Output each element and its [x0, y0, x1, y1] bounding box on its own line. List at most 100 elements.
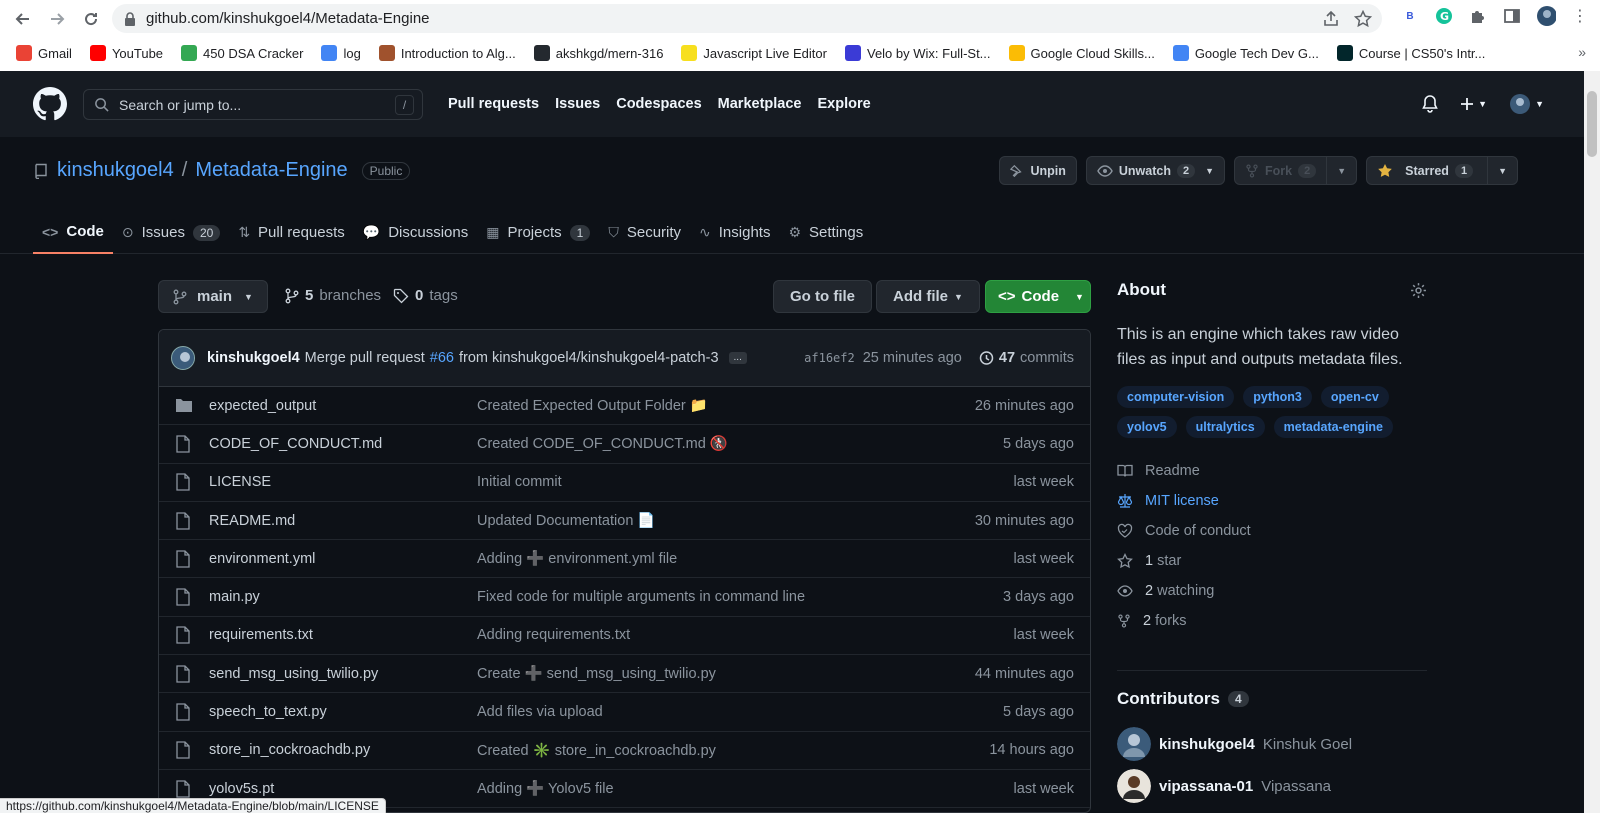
- global-nav-pull-requests[interactable]: Pull requests: [448, 96, 539, 112]
- tab-issues[interactable]: ⊙ Issues 20: [113, 211, 229, 254]
- file-row[interactable]: main.py Fixed code for multiple arguments…: [159, 578, 1090, 617]
- go-to-file-button[interactable]: Go to file: [773, 280, 872, 313]
- bookmarks-overflow-icon[interactable]: »: [1578, 44, 1586, 60]
- notifications-bell-icon[interactable]: [1422, 95, 1438, 113]
- file-commit-message[interactable]: Adding ➕ Yolov5 file: [477, 780, 1014, 797]
- contributors-heading[interactable]: Contributors 4: [1117, 689, 1249, 709]
- bookmark-item[interactable]: log: [321, 45, 361, 61]
- star-lists-chevron-icon[interactable]: ▼: [1487, 157, 1517, 184]
- profile-avatar-icon[interactable]: [1536, 6, 1556, 26]
- global-nav-issues[interactable]: Issues: [555, 96, 600, 112]
- fork-dropdown-chevron-icon[interactable]: ▼: [1326, 157, 1356, 184]
- file-row[interactable]: speech_to_text.py Add files via upload 5 d…: [159, 693, 1090, 732]
- branch-selector[interactable]: main ▼: [158, 280, 268, 313]
- pull-request-link[interactable]: #66: [430, 350, 454, 366]
- bookmark-item[interactable]: Google Cloud Skills...: [1008, 45, 1155, 61]
- tab-code[interactable]: <> Code: [33, 211, 113, 254]
- file-commit-message[interactable]: Initial commit: [477, 474, 1014, 490]
- bookmark-item[interactable]: Javascript Live Editor: [681, 45, 827, 61]
- file-name-link[interactable]: yolov5s.pt: [209, 781, 477, 797]
- branches-link[interactable]: 5 branches: [285, 287, 381, 304]
- grammarly-icon[interactable]: G: [1434, 6, 1454, 26]
- file-name-link[interactable]: LICENSE: [209, 474, 477, 490]
- bookmark-item[interactable]: 450 DSA Cracker: [181, 45, 303, 61]
- file-name-link[interactable]: README.md: [209, 513, 477, 529]
- global-nav-marketplace[interactable]: Marketplace: [718, 96, 802, 112]
- contributor-item[interactable]: kinshukgoel4 Kinshuk Goel: [1117, 727, 1352, 761]
- contributor-item[interactable]: vipassana-01 Vipassana: [1117, 769, 1331, 803]
- commit-ellipsis-button[interactable]: ...: [728, 352, 747, 364]
- bookmark-item[interactable]: akshkgd/mern-316: [533, 45, 663, 61]
- commit-sha-link[interactable]: af16ef2: [804, 351, 855, 365]
- topic-tag[interactable]: open-cv: [1320, 386, 1389, 408]
- extension-b-icon[interactable]: B: [1400, 6, 1420, 26]
- bookmark-item[interactable]: Course | CS50's Intr...: [1336, 45, 1485, 61]
- bookmark-item[interactable]: Gmail: [16, 45, 72, 61]
- file-row[interactable]: expected_output Created Expected Output F…: [159, 387, 1090, 426]
- watchers-link[interactable]: 2 watching: [1117, 576, 1427, 606]
- unwatch-button[interactable]: Unwatch 2 ▼: [1085, 156, 1226, 185]
- tab-insights[interactable]: ∿ Insights: [690, 211, 779, 254]
- page-scrollbar[interactable]: [1584, 71, 1600, 813]
- unpin-button[interactable]: Unpin: [999, 156, 1077, 185]
- puzzle-icon[interactable]: [1468, 6, 1488, 26]
- fork-button[interactable]: Fork 2 ▼: [1234, 156, 1358, 185]
- back-icon[interactable]: [12, 8, 34, 30]
- forward-icon[interactable]: [46, 8, 68, 30]
- tab-settings[interactable]: ⚙ Settings: [779, 211, 872, 254]
- file-commit-message[interactable]: Fixed code for multiple arguments in com…: [477, 589, 1003, 605]
- file-name-link[interactable]: speech_to_text.py: [209, 704, 477, 720]
- tab-security[interactable]: ⛉ Security: [599, 211, 690, 254]
- search-input[interactable]: Search or jump to... /: [83, 89, 423, 120]
- address-bar[interactable]: github.com/kinshukgoel4/Metadata-Engine: [112, 4, 1382, 33]
- topic-tag[interactable]: computer-vision: [1117, 386, 1235, 408]
- tab-pull-requests[interactable]: ⇅ Pull requests: [229, 211, 353, 254]
- file-commit-message[interactable]: Updated Documentation 📄: [477, 512, 975, 529]
- file-name-link[interactable]: CODE_OF_CONDUCT.md: [209, 436, 477, 452]
- file-row[interactable]: store_in_cockroachdb.py Created ✳️ store_…: [159, 732, 1090, 770]
- file-commit-message[interactable]: Adding requirements.txt: [477, 627, 1014, 643]
- scrollbar-thumb[interactable]: [1587, 91, 1597, 157]
- file-row[interactable]: environment.yml Adding ➕ environment.yml …: [159, 540, 1090, 579]
- user-avatar-menu[interactable]: ▼: [1509, 93, 1544, 115]
- repo-owner-link[interactable]: kinshukgoel4: [57, 159, 174, 182]
- file-row[interactable]: send_msg_using_twilio.py Create ➕ send_ms…: [159, 655, 1090, 694]
- topic-tag[interactable]: metadata-engine: [1273, 416, 1394, 438]
- file-name-link[interactable]: main.py: [209, 589, 477, 605]
- file-commit-message[interactable]: Created CODE_OF_CONDUCT.md 🚷: [477, 435, 1003, 452]
- bookmark-item[interactable]: Google Tech Dev G...: [1172, 45, 1319, 61]
- kebab-menu-icon[interactable]: ⋮: [1570, 6, 1590, 26]
- file-row[interactable]: README.md Updated Documentation 📄 30 minut…: [159, 502, 1090, 541]
- file-commit-message[interactable]: Created ✳️ store_in_cockroachdb.py: [477, 742, 989, 759]
- commit-message-pre[interactable]: Merge pull request: [305, 350, 425, 366]
- file-name-link[interactable]: requirements.txt: [209, 627, 477, 643]
- file-name-link[interactable]: expected_output: [209, 398, 477, 414]
- file-name-link[interactable]: store_in_cockroachdb.py: [209, 742, 477, 758]
- starred-button[interactable]: Starred 1 ▼: [1366, 156, 1518, 185]
- file-commit-message[interactable]: Created Expected Output Folder 📁: [477, 397, 975, 414]
- forks-link[interactable]: 2 forks: [1117, 606, 1427, 636]
- file-name-link[interactable]: environment.yml: [209, 551, 477, 567]
- tab-discussions[interactable]: 💬 Discussions: [354, 211, 477, 254]
- readme-link[interactable]: Readme: [1117, 456, 1427, 486]
- bookmark-star-icon[interactable]: [1354, 9, 1372, 28]
- github-logo-icon[interactable]: [33, 87, 67, 121]
- commit-author-avatar[interactable]: [171, 346, 195, 370]
- topic-tag[interactable]: yolov5: [1117, 416, 1177, 438]
- topic-tag[interactable]: ultralytics: [1185, 416, 1265, 438]
- file-row[interactable]: LICENSE Initial commit last week: [159, 464, 1090, 502]
- file-row[interactable]: requirements.txt Adding requirements.txt l…: [159, 617, 1090, 656]
- tab-projects[interactable]: ▦ Projects 1: [477, 211, 599, 254]
- file-commit-message[interactable]: Add files via upload: [477, 704, 1003, 720]
- bookmark-item[interactable]: Velo by Wix: Full-St...: [844, 45, 991, 61]
- file-commit-message[interactable]: Create ➕ send_msg_using_twilio.py: [477, 665, 975, 682]
- repo-name-link[interactable]: Metadata-Engine: [195, 159, 347, 182]
- bookmark-item[interactable]: Introduction to Alg...: [378, 45, 516, 61]
- sidepanel-icon[interactable]: [1502, 6, 1522, 26]
- bookmark-item[interactable]: YouTube: [89, 45, 163, 61]
- topic-tag[interactable]: python3: [1243, 386, 1312, 408]
- commit-author-link[interactable]: kinshukgoel4: [207, 350, 300, 366]
- create-new-plus-icon[interactable]: ▼: [1460, 97, 1487, 111]
- tags-link[interactable]: 0 tags: [393, 287, 458, 304]
- global-nav-explore[interactable]: Explore: [817, 96, 870, 112]
